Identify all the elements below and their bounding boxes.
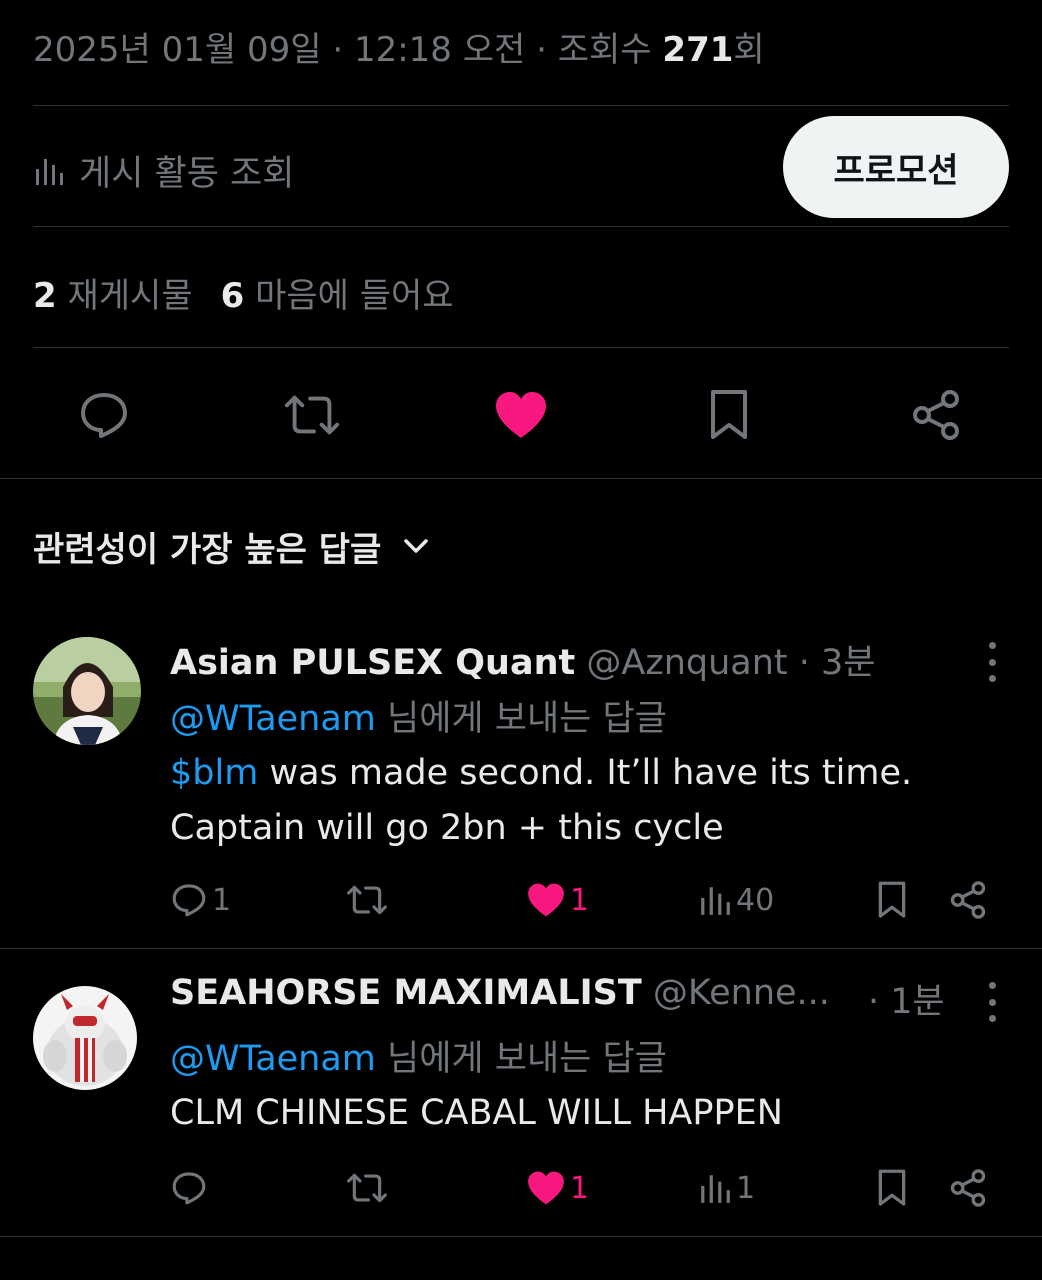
view-post-activity-label: 게시 활동 조회	[79, 154, 295, 194]
dot	[988, 982, 996, 989]
repost-icon	[347, 885, 387, 915]
user-handle[interactable]: @Kenne...	[653, 973, 830, 1013]
view-count: 40	[736, 882, 775, 918]
bookmark-icon	[711, 390, 747, 439]
avatar-image	[33, 986, 137, 1090]
display-name[interactable]: SEAHORSE MAXIMALIST	[170, 973, 642, 1013]
like-button[interactable]: 1	[526, 1166, 589, 1210]
bookmark-button[interactable]	[876, 1166, 908, 1210]
view-post-activity-link[interactable]: 게시 활동 조회	[33, 145, 294, 196]
reply-icon	[172, 884, 206, 917]
repost-button[interactable]	[282, 385, 342, 445]
post-time-wrap: · 1분	[868, 973, 945, 1024]
divider	[33, 347, 1009, 348]
avatar[interactable]	[33, 986, 137, 1090]
tweet-date: 2025년 01월 09일	[33, 30, 322, 70]
reply-button[interactable]: 1	[170, 878, 231, 922]
share-button[interactable]	[948, 1166, 988, 1210]
repost-button[interactable]	[345, 1166, 389, 1210]
display-name[interactable]: Asian PULSEX Quant	[170, 643, 575, 683]
mention-link[interactable]: @WTaenam	[170, 699, 376, 739]
chevron-down-icon	[404, 538, 429, 553]
share-button[interactable]	[948, 878, 988, 922]
heart-filled-icon	[528, 883, 564, 917]
dot	[988, 658, 996, 666]
reply-text: $blm was made second. It’ll have its tim…	[170, 753, 913, 848]
more-options-button[interactable]	[982, 982, 1002, 1022]
avatar-image	[33, 637, 141, 745]
reply-sort-dropdown[interactable]: 관련성이 가장 높은 답글	[33, 522, 429, 571]
heart-filled-icon	[496, 392, 546, 438]
dot	[988, 1015, 996, 1022]
like-count: 1	[570, 882, 590, 918]
view-count: 1	[736, 1170, 756, 1206]
cashtag-link[interactable]: $blm	[170, 753, 258, 793]
tweet-time: 12:18 오전	[353, 30, 526, 70]
reposts-stat[interactable]: 2 재게시물	[33, 276, 193, 316]
bookmark-button[interactable]	[699, 385, 759, 445]
reply-text: CLM CHINESE CABAL WILL HAPPEN	[170, 1093, 783, 1133]
user-handle[interactable]: @Aznquant	[586, 643, 787, 683]
reply-item[interactable]: Asian PULSEX Quant @Aznquant · 3분 @WTaen…	[0, 620, 1042, 948]
reply-header: SEAHORSE MAXIMALIST @Kenne...	[170, 973, 830, 1013]
share-icon	[913, 390, 959, 440]
dot	[988, 998, 996, 1006]
divider	[33, 226, 1009, 227]
replying-to: @WTaenam 님에게 보내는 답글	[170, 699, 667, 739]
bar-chart-icon	[36, 158, 63, 185]
likes-stat[interactable]: 6 마음에 들어요	[221, 276, 454, 316]
repost-button[interactable]	[345, 878, 389, 922]
replying-to: @WTaenam 님에게 보내는 답글	[170, 1039, 667, 1079]
views-button[interactable]: 1	[698, 1166, 755, 1210]
dot	[988, 642, 996, 649]
promote-button[interactable]: 프로모션	[783, 116, 1009, 218]
reply-header: Asian PULSEX Quant @Aznquant · 3분	[170, 634, 875, 685]
dot	[988, 675, 996, 682]
post-time: · 3분	[787, 643, 876, 683]
reply-item[interactable]: SEAHORSE MAXIMALIST @Kenne... · 1분 @WTae…	[0, 948, 1042, 1238]
bar-chart-icon	[701, 887, 730, 915]
repost-icon	[284, 395, 340, 435]
like-button[interactable]	[491, 385, 551, 445]
post-time: · 1분	[868, 982, 945, 1022]
like-count: 1	[570, 1170, 590, 1206]
mention-link[interactable]: @WTaenam	[170, 1039, 376, 1079]
tweet-timestamp-views: 2025년 01월 09일 · 12:18 오전 · 조회수 271회	[33, 30, 765, 70]
engagement-counts: 2 재게시물 6 마음에 들어요	[33, 268, 454, 317]
like-button[interactable]: 1	[526, 878, 589, 922]
share-icon	[950, 1169, 986, 1207]
bar-chart-icon	[701, 1175, 730, 1203]
reply-count: 1	[212, 882, 232, 918]
divider	[0, 478, 1042, 479]
share-button[interactable]	[906, 385, 966, 445]
divider	[33, 105, 1009, 106]
reply-icon	[81, 393, 127, 438]
reply-icon	[172, 1172, 206, 1205]
heart-filled-icon	[528, 1171, 564, 1205]
tweet-action-bar	[0, 385, 1042, 445]
views-count: 271	[662, 30, 734, 70]
more-options-button[interactable]	[982, 642, 1002, 682]
reply-button[interactable]	[170, 1166, 212, 1210]
share-icon	[950, 881, 986, 919]
repost-icon	[347, 1173, 387, 1203]
bookmark-button[interactable]	[876, 878, 908, 922]
views-button[interactable]: 40	[698, 878, 774, 922]
bookmark-icon	[878, 1169, 906, 1206]
reply-button[interactable]	[74, 385, 134, 445]
reply-sort-label: 관련성이 가장 높은 답글	[33, 530, 382, 570]
bookmark-icon	[878, 881, 906, 918]
divider	[0, 1236, 1042, 1237]
avatar[interactable]	[33, 637, 141, 745]
